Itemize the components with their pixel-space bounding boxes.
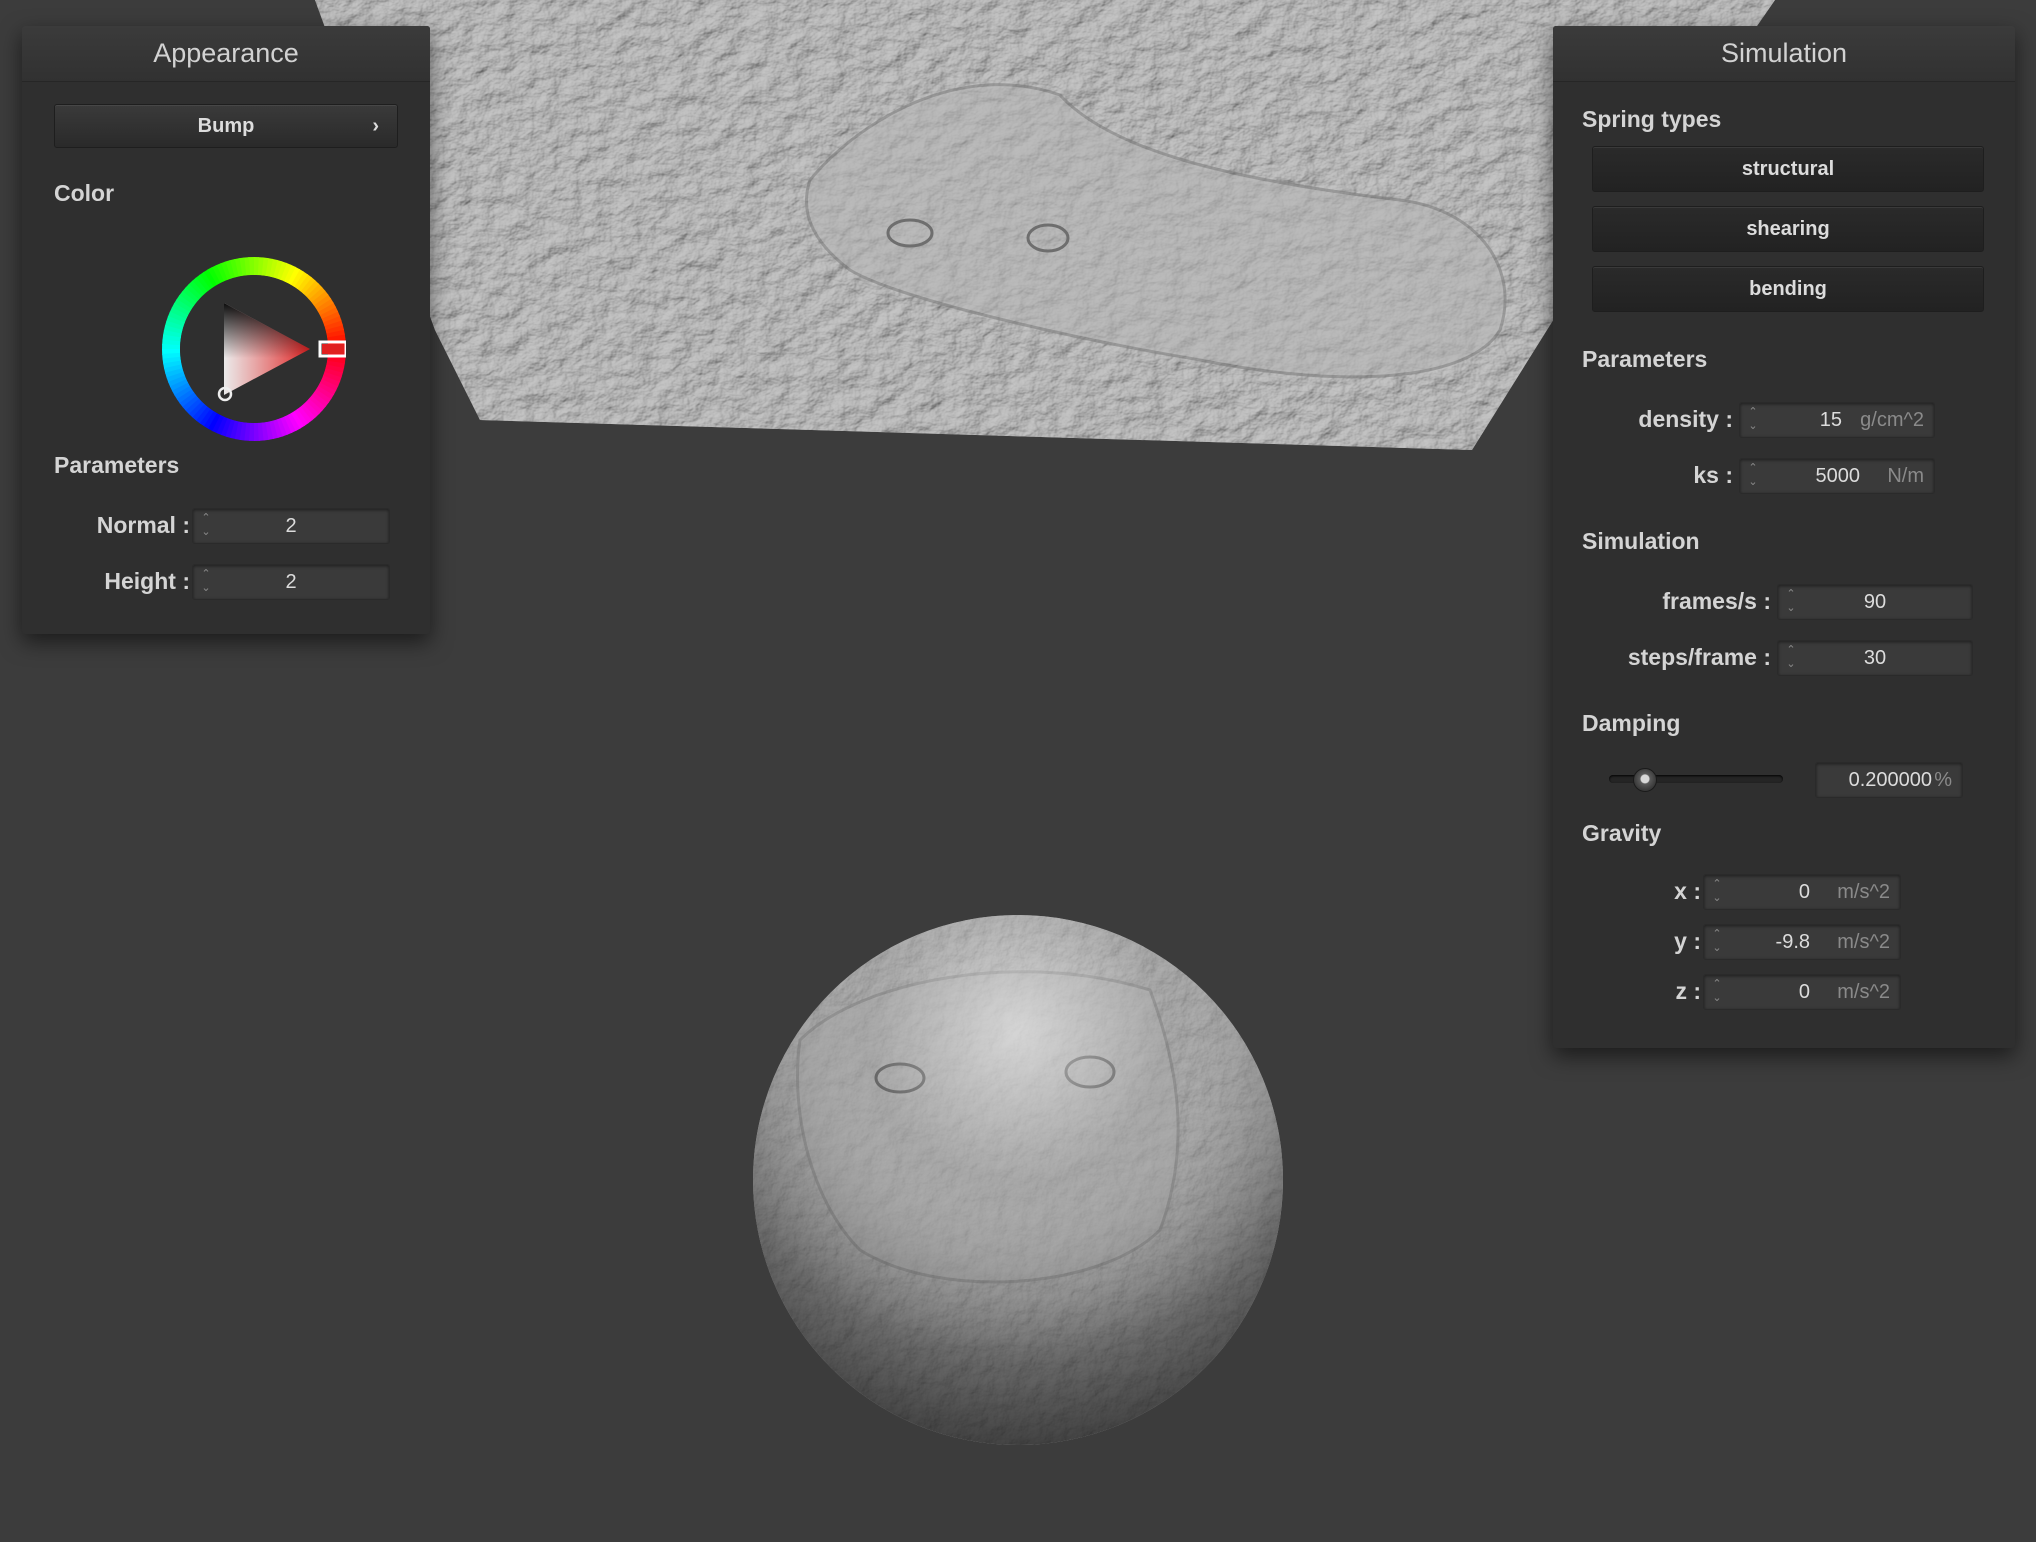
simulation-panel: Simulation Spring types structural shear… bbox=[1553, 26, 2015, 1048]
height-label: Height : bbox=[104, 568, 190, 594]
spin-arrows-icon[interactable]: ⌃ ⌄ bbox=[1746, 405, 1760, 433]
spring-structural-button[interactable]: structural bbox=[1592, 146, 1984, 192]
color-label: Color bbox=[54, 180, 115, 206]
damping-label: Damping bbox=[1582, 710, 1681, 736]
gravity-x-label: x : bbox=[1674, 878, 1701, 904]
ks-spinbox[interactable]: ⌃ ⌄ 5000 N/m bbox=[1739, 458, 1935, 494]
density-value: 15 bbox=[1819, 409, 1842, 431]
appearance-title: Appearance bbox=[22, 26, 430, 82]
fps-label: frames/s : bbox=[1662, 588, 1771, 614]
gravity-z-unit: m/s^2 bbox=[1837, 981, 1890, 1003]
gravity-z-label: z : bbox=[1675, 978, 1701, 1004]
steps-spinbox[interactable]: ⌃ ⌄ 30 bbox=[1777, 640, 1973, 676]
spin-arrows-icon[interactable]: ⌃ ⌄ bbox=[1746, 461, 1760, 489]
gravity-z-spinbox[interactable]: ⌃ ⌄ 0 m/s^2 bbox=[1703, 974, 1901, 1010]
steps-label: steps/frame : bbox=[1627, 644, 1771, 670]
simulation-title: Simulation bbox=[1553, 26, 2015, 82]
sim-parameters-label: Parameters bbox=[1582, 346, 1708, 372]
damping-slider-handle[interactable] bbox=[1632, 768, 1657, 792]
height-spinbox[interactable]: ⌃ ⌄ 2 bbox=[192, 564, 390, 600]
spring-types-label: Spring types bbox=[1582, 106, 1722, 132]
gravity-y-value: -9.8 bbox=[1775, 931, 1810, 953]
gravity-x-unit: m/s^2 bbox=[1837, 881, 1890, 903]
shader-select-label: Bump bbox=[197, 115, 255, 137]
density-spinbox[interactable]: ⌃ ⌄ 15 g/cm^2 bbox=[1739, 402, 1935, 438]
gravity-y-spinbox[interactable]: ⌃ ⌄ -9.8 m/s^2 bbox=[1703, 924, 1901, 960]
chevron-right-icon: › bbox=[372, 115, 379, 137]
damping-value: 0.200000 bbox=[1848, 769, 1932, 791]
shader-select-button[interactable]: Bump › bbox=[54, 104, 398, 148]
gravity-z-value: 0 bbox=[1798, 981, 1810, 1003]
damping-slider[interactable] bbox=[1609, 764, 1783, 794]
height-value: 2 bbox=[285, 571, 297, 593]
ks-value: 5000 bbox=[1815, 465, 1861, 487]
spin-arrows-icon[interactable]: ⌃ ⌄ bbox=[1710, 977, 1724, 1005]
damping-value-box[interactable]: 0.200000 % bbox=[1815, 762, 1963, 798]
fps-spinbox[interactable]: ⌃ ⌄ 90 bbox=[1777, 584, 1973, 620]
color-wheel[interactable] bbox=[162, 257, 348, 441]
ks-label: ks : bbox=[1693, 462, 1733, 488]
steps-value: 30 bbox=[1863, 647, 1887, 669]
parameters-label: Parameters bbox=[54, 452, 180, 478]
spring-bending-button[interactable]: bending bbox=[1592, 266, 1984, 312]
appearance-panel: Appearance Bump › Color Parameters Norma… bbox=[22, 26, 430, 634]
normal-label: Normal : bbox=[96, 512, 190, 538]
spin-arrows-icon[interactable]: ⌃ ⌄ bbox=[1710, 927, 1724, 955]
spin-arrows-icon[interactable]: ⌃ ⌄ bbox=[1710, 877, 1724, 905]
sphere-mesh bbox=[753, 915, 1283, 1445]
density-label: density : bbox=[1638, 406, 1733, 432]
sim-simulation-label: Simulation bbox=[1582, 528, 1700, 554]
gravity-y-label: y : bbox=[1674, 928, 1701, 954]
density-unit: g/cm^2 bbox=[1860, 409, 1924, 431]
gravity-x-spinbox[interactable]: ⌃ ⌄ 0 m/s^2 bbox=[1703, 874, 1901, 910]
ks-unit: N/m bbox=[1887, 465, 1924, 487]
gravity-y-unit: m/s^2 bbox=[1837, 931, 1890, 953]
normal-spinbox[interactable]: ⌃ ⌄ 2 bbox=[192, 508, 390, 544]
gravity-x-value: 0 bbox=[1798, 881, 1810, 903]
normal-value: 2 bbox=[285, 515, 297, 537]
spring-shearing-button[interactable]: shearing bbox=[1592, 206, 1984, 252]
color-wheel-graphic[interactable] bbox=[162, 257, 348, 441]
fps-value: 90 bbox=[1863, 591, 1887, 613]
gravity-label: Gravity bbox=[1582, 820, 1662, 846]
damping-unit: % bbox=[1934, 769, 1952, 791]
